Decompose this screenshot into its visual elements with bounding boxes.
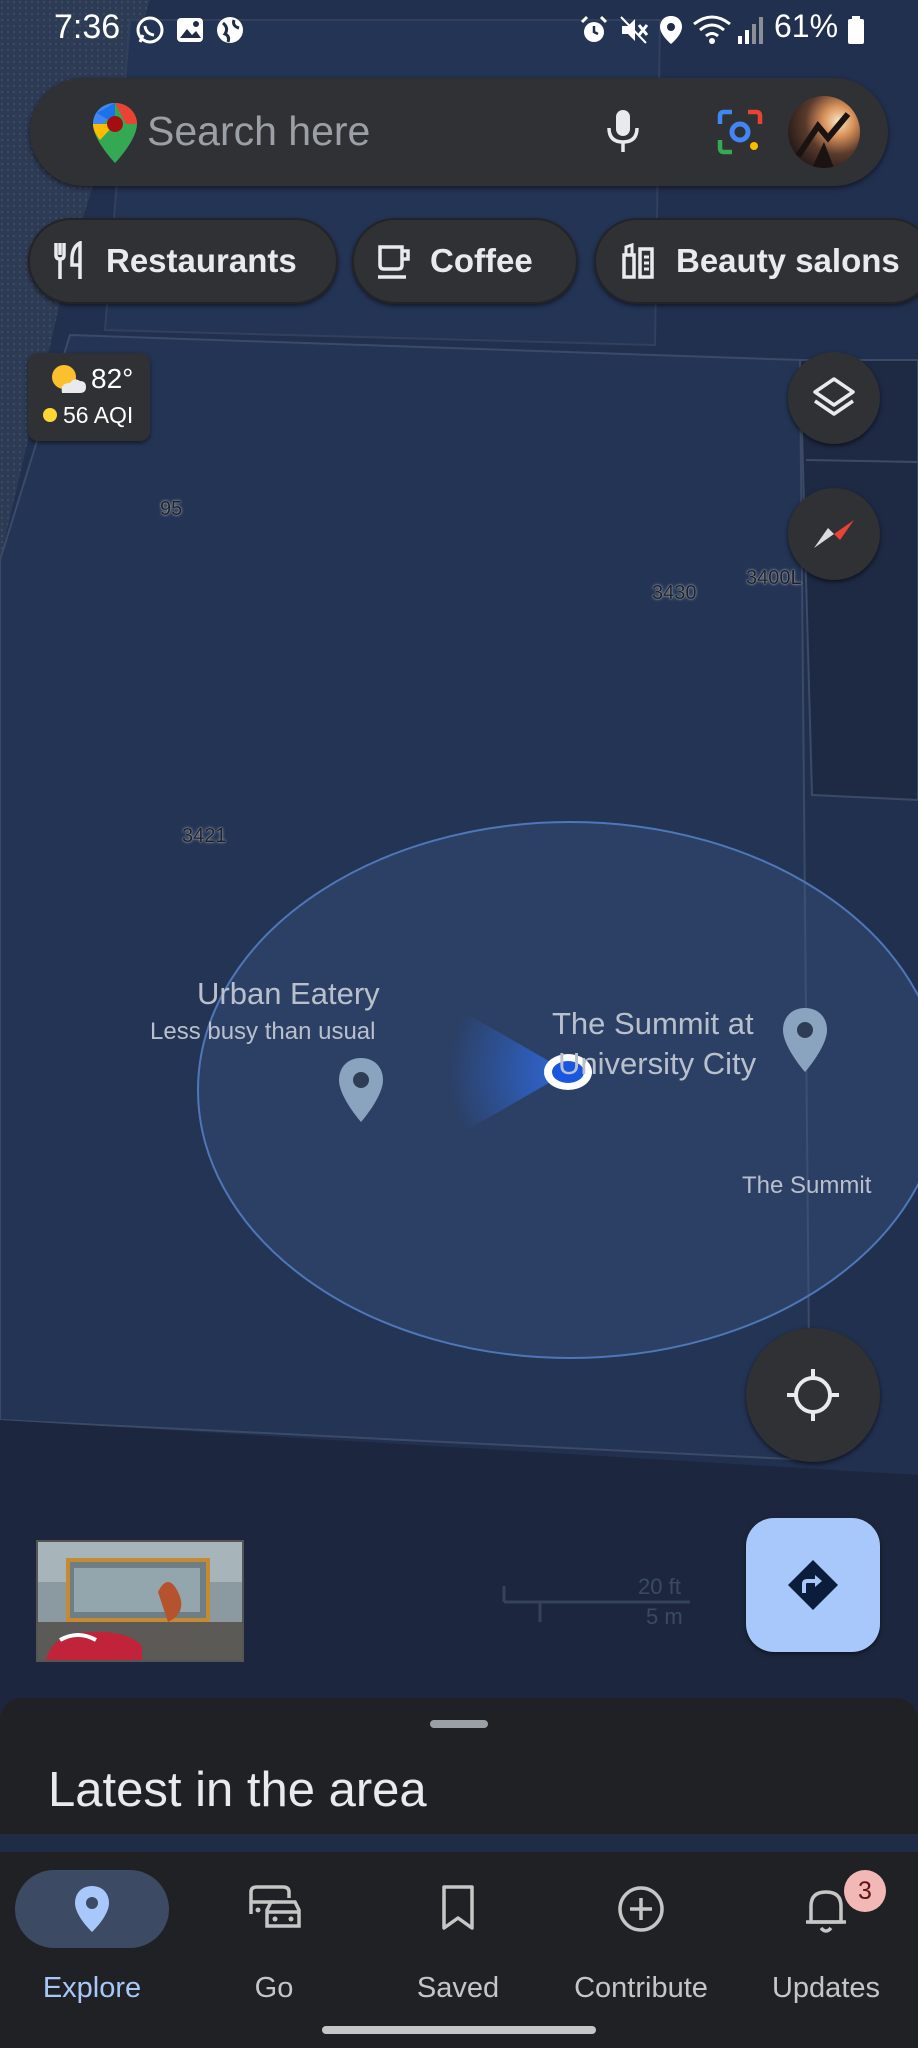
status-time: 7:36 — [54, 8, 121, 46]
mute-icon — [620, 16, 649, 44]
chip-coffee[interactable]: Coffee — [352, 218, 578, 304]
battery-icon — [848, 16, 864, 44]
layers-icon — [813, 377, 855, 416]
chip-restaurants[interactable]: Restaurants — [28, 218, 338, 304]
my-location-button[interactable] — [746, 1328, 880, 1462]
updates-badge: 3 — [844, 1870, 886, 1912]
aqi-indicator — [43, 408, 57, 422]
battery-percent: 61% — [774, 8, 839, 44]
weather-temperature: 82° — [91, 363, 134, 394]
nav-go[interactable]: Go — [190, 1870, 358, 2004]
pin-icon — [75, 1886, 109, 1932]
gallery-icon — [177, 18, 203, 42]
whatsapp-icon — [136, 16, 164, 44]
directions-button[interactable] — [746, 1518, 880, 1652]
signal-icon — [738, 17, 763, 44]
beauty-bottle-icon — [618, 241, 658, 281]
commute-icon — [249, 1885, 301, 1928]
account-avatar[interactable] — [788, 96, 860, 168]
nav-updates[interactable]: 3 Updates — [742, 1870, 910, 2004]
gesture-navigation-bar[interactable] — [322, 2026, 596, 2034]
chip-label: Restaurants — [106, 242, 297, 279]
wifi-icon — [693, 15, 731, 44]
bookmark-icon — [442, 1885, 474, 1930]
nav-label-saved: Saved — [416, 1972, 500, 2004]
status-bar: 7:36 61% — [0, 0, 918, 64]
place-pin-icon[interactable] — [780, 1006, 830, 1074]
my-location-icon — [787, 1369, 839, 1421]
nav-contribute[interactable]: Contribute — [557, 1870, 725, 2004]
weather-aqi: 56 AQI — [63, 402, 134, 428]
compass-icon — [814, 520, 854, 548]
nav-label-updates: Updates — [771, 1972, 880, 2004]
search-bar[interactable]: Search here — [30, 78, 888, 186]
mic-icon[interactable] — [603, 108, 643, 156]
lens-icon[interactable] — [716, 108, 764, 156]
street-view-thumbnail[interactable] — [36, 1540, 244, 1662]
scale-metric: 5 m — [646, 1604, 683, 1629]
place-pin-icon[interactable] — [336, 1056, 386, 1124]
sheet-drag-handle[interactable] — [430, 1720, 488, 1728]
bell-icon — [806, 1890, 846, 1933]
nav-label-explore: Explore — [42, 1972, 142, 2004]
map-number-label: 3421 — [182, 825, 227, 847]
place-busy-status: Less busy than usual — [150, 1018, 376, 1045]
chip-label: Beauty salons — [676, 242, 900, 279]
place-name-summit-line1[interactable]: The Summit at — [552, 1006, 754, 1042]
map-number-label: 3400L — [746, 567, 802, 589]
nav-saved[interactable]: Saved — [374, 1870, 542, 2004]
location-icon — [660, 16, 682, 44]
weather-card[interactable]: 82° 56 AQI — [28, 353, 150, 441]
add-circle-icon — [618, 1886, 664, 1932]
layers-button[interactable] — [788, 352, 880, 444]
bottom-navigation: Explore Go Saved Contribute 3 Updates — [0, 1852, 918, 2048]
map-number-label: 95 — [160, 498, 183, 520]
map-scale: 20 ft 5 m — [500, 1572, 700, 1637]
place-name-summit-line2[interactable]: University City — [558, 1046, 756, 1082]
bottom-sheet[interactable]: Latest in the area — [0, 1698, 918, 1834]
nav-explore[interactable]: Explore — [15, 1870, 183, 2004]
place-name-urban-eatery[interactable]: Urban Eatery — [197, 976, 380, 1012]
chip-beauty-salons[interactable]: Beauty salons — [594, 218, 918, 304]
google-maps-logo — [93, 103, 137, 163]
coffee-cup-icon — [376, 241, 412, 281]
globe-icon — [217, 17, 243, 43]
fork-knife-icon — [52, 241, 88, 281]
chip-label: Coffee — [430, 242, 533, 279]
sheet-title: Latest in the area — [48, 1763, 427, 1817]
place-name-the-summit[interactable]: The Summit — [742, 1172, 871, 1200]
directions-icon — [788, 1560, 838, 1610]
alarm-icon — [580, 15, 608, 42]
scale-imperial: 20 ft — [638, 1574, 681, 1599]
nav-label-go: Go — [254, 1972, 294, 2004]
compass-button[interactable] — [788, 488, 880, 580]
nav-label-contribute: Contribute — [574, 1972, 708, 2004]
map-number-label: 3430 — [652, 582, 697, 604]
partly-sunny-icon — [52, 365, 86, 393]
search-input[interactable]: Search here — [147, 108, 370, 155]
